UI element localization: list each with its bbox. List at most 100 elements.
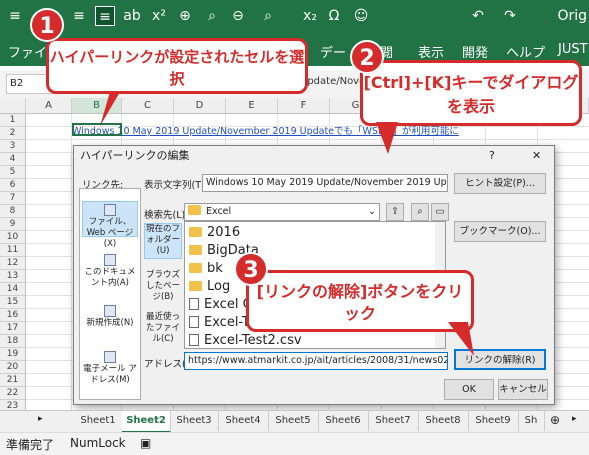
folder-icon <box>189 281 202 291</box>
superscript-icon[interactable]: x² <box>149 6 169 26</box>
callout-1-pointer <box>100 92 120 126</box>
list-item[interactable]: Log <box>189 278 230 296</box>
link-option-new-document[interactable]: 新規作成(N) <box>82 303 138 329</box>
file-name: Excel-T <box>204 315 250 330</box>
zoom-icon[interactable]: ⌕ <box>202 6 222 26</box>
column-header[interactable]: A <box>26 98 72 114</box>
list-item[interactable]: bk <box>189 260 223 278</box>
sheet-tab[interactable]: Sheet6 <box>318 411 369 431</box>
search-web-icon[interactable]: ⌕ <box>411 203 429 221</box>
folder-up-icon[interactable]: ⇧ <box>386 203 404 221</box>
row-header[interactable]: 1 <box>0 114 26 127</box>
help-button[interactable]: ? <box>489 146 495 166</box>
row-header[interactable]: 10 <box>0 231 26 244</box>
close-icon[interactable]: ✕ <box>532 146 541 166</box>
omega-icon[interactable]: Ω <box>324 6 344 26</box>
column-header[interactable]: F <box>278 98 330 114</box>
status-bar: 準備完了 NumLock ▣ <box>0 432 589 455</box>
subscript-icon[interactable]: x₂ <box>300 6 320 26</box>
menu-help[interactable]: ヘルプ <box>506 42 545 61</box>
look-in-select[interactable]: Excel ⌄ <box>184 203 380 221</box>
link-option-label: 新規作成(N) <box>86 318 134 328</box>
step-badge-3: 3 <box>234 252 268 286</box>
row-header[interactable]: 20 <box>0 361 26 374</box>
sheet-tab[interactable]: Sheet3 <box>170 411 219 431</box>
email-icon <box>104 351 116 363</box>
sheet-tab[interactable]: Sheet7 <box>368 411 419 431</box>
sheet-tab[interactable]: Sheet5 <box>268 411 319 431</box>
row-header[interactable]: 2 <box>0 127 26 140</box>
align-center-selected-icon[interactable]: ≡ <box>95 6 115 26</box>
row-header[interactable]: 3 <box>0 140 26 153</box>
row-header[interactable]: 7 <box>0 192 26 205</box>
lookin-browsed-pages[interactable]: ブラウズしたページ(B) <box>144 270 182 306</box>
link-option-this-document[interactable]: このドキュメント内(A) <box>82 252 138 288</box>
sheet-tab[interactable]: Sheet4 <box>218 411 269 431</box>
link-option-email[interactable]: 電子メール アドレス(M) <box>82 349 138 385</box>
select-all-corner[interactable] <box>0 98 26 114</box>
column-header[interactable]: E <box>226 98 278 114</box>
row-header[interactable]: 14 <box>0 283 26 296</box>
status-ready: 準備完了 <box>6 438 55 452</box>
row-header[interactable]: 21 <box>0 374 26 387</box>
list-item[interactable]: Excel-T <box>189 314 250 332</box>
row-header[interactable]: 15 <box>0 296 26 309</box>
list-item[interactable]: 2016 <box>189 224 240 242</box>
cancel-button[interactable]: キャンセル <box>498 379 548 400</box>
list-item[interactable]: Excel-Test2.csv <box>189 332 302 348</box>
row-header[interactable]: 16 <box>0 309 26 322</box>
zoom-icon[interactable]: ⌕ <box>258 6 278 26</box>
dialog-titlebar: ハイパーリンクの編集 ? ✕ <box>74 146 554 166</box>
gridline <box>71 114 72 410</box>
chevron-right-icon[interactable]: ▸ <box>572 414 577 424</box>
open-folder-icon[interactable]: ▭ <box>431 203 449 221</box>
bookmark-button[interactable]: ブックマーク(O)... <box>454 221 546 242</box>
undo-icon[interactable]: ↶ <box>468 6 488 26</box>
step-badge-2: 2 <box>350 40 384 74</box>
callout-3: [リンクの解除]ボタンをクリック <box>246 270 474 332</box>
emoji-icon[interactable]: ☺ <box>351 6 371 26</box>
align-center-icon[interactable]: ≡ <box>69 6 89 26</box>
strikethrough-icon[interactable]: ab <box>122 6 142 26</box>
zoom-in-icon[interactable]: ⊕ <box>175 6 195 26</box>
sheet-tab[interactable]: Sheet1 <box>74 411 123 431</box>
row-header[interactable]: 19 <box>0 348 26 361</box>
row-header[interactable]: 13 <box>0 270 26 283</box>
row-header[interactable]: 17 <box>0 322 26 335</box>
display-text-input[interactable]: Windows 10 May 2019 Update/November 2019… <box>202 174 448 192</box>
sheet-tab[interactable]: Sh <box>518 411 545 431</box>
column-header[interactable]: D <box>174 98 226 114</box>
align-center-icon[interactable]: ≡ <box>5 6 25 26</box>
row-header[interactable]: 11 <box>0 244 26 257</box>
row-header[interactable]: 5 <box>0 166 26 179</box>
screentip-button[interactable]: ヒント設定(P)... <box>454 173 546 194</box>
lookin-current-folder[interactable]: 現在のフォルダー(U) <box>144 223 182 259</box>
link-option-existing-file[interactable]: ファイル、Web ページ(X) <box>82 201 138 249</box>
row-header[interactable]: 22 <box>0 387 26 400</box>
row-header[interactable]: 9 <box>0 218 26 231</box>
row-header[interactable]: 6 <box>0 179 26 192</box>
row-header[interactable]: 4 <box>0 153 26 166</box>
scroll-tabs-right-icon[interactable]: ▸ <box>38 414 43 424</box>
callout-1: ハイパーリンクが設定されたセルを選択 <box>46 38 308 94</box>
row-header[interactable]: 12 <box>0 257 26 270</box>
address-input[interactable]: https://www.atmarkit.co.jp/ait/articles/… <box>184 352 448 370</box>
menu-view[interactable]: 表示 <box>418 42 444 61</box>
macro-record-icon[interactable]: ▣ <box>140 436 151 450</box>
row-header[interactable]: 18 <box>0 335 26 348</box>
menu-developer[interactable]: 開発 <box>462 42 488 61</box>
lookin-recent-files[interactable]: 最近使ったファイル(C) <box>144 312 182 348</box>
redo-icon[interactable]: ↷ <box>500 6 520 26</box>
list-item[interactable]: Excel C <box>189 296 252 314</box>
excel-file-icon <box>189 334 199 346</box>
menu-data[interactable]: デー <box>320 42 346 61</box>
row-header[interactable]: 8 <box>0 205 26 218</box>
sheet-tab-active[interactable]: Sheet2 <box>122 411 171 433</box>
sheet-tab[interactable]: Sheet8 <box>418 411 469 431</box>
status-numlock: NumLock <box>70 436 126 450</box>
zoom-out-icon[interactable]: ⊖ <box>228 6 248 26</box>
ok-button[interactable]: OK <box>444 379 494 400</box>
sheet-tab[interactable]: Sheet9 <box>468 411 519 431</box>
add-sheet-icon[interactable]: ⊕ <box>550 413 560 427</box>
menu-just[interactable]: JUST <box>558 42 588 57</box>
